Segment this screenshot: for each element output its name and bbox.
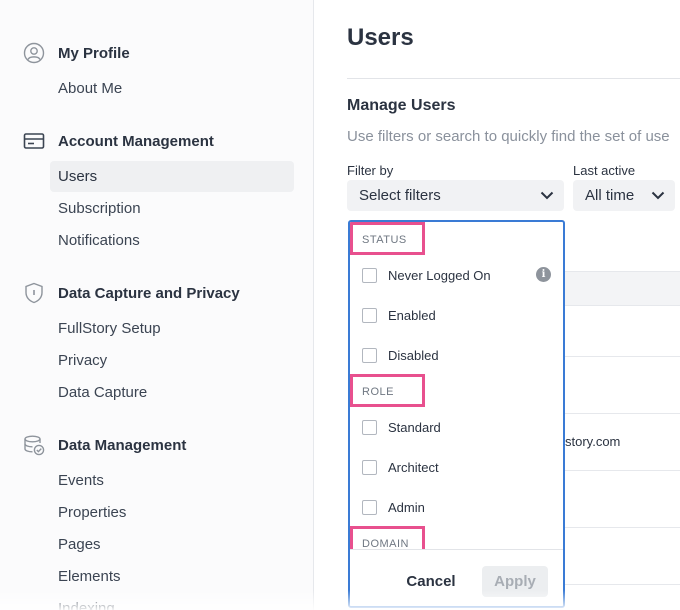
checkbox[interactable] [362,499,377,515]
sidebar-item-elements[interactable]: Elements [50,561,294,592]
database-check-icon [22,433,46,457]
sidebar-item-properties[interactable]: Properties [50,497,294,528]
section-description: Use filters or search to quickly find th… [347,128,670,145]
sidebar-item-subscription[interactable]: Subscription [50,193,294,224]
table-row-divider [563,470,680,471]
filter-select[interactable]: Select filters [347,180,564,211]
last-active-select[interactable]: All time [573,180,675,211]
option-standard[interactable]: Standard [362,417,441,437]
chevron-down-icon [540,189,554,203]
chevron-down-icon [651,189,665,203]
sidebar-item-users[interactable]: Users [50,161,294,192]
cancel-button[interactable]: Cancel [390,566,472,597]
checkbox[interactable] [362,347,377,363]
filter-by-label: Filter by [347,163,394,178]
filter-dropdown-panel: STATUS Never Logged On i Enabled Disable… [348,220,565,608]
section-title: Manage Users [347,97,456,114]
checkbox[interactable] [362,419,377,435]
option-label: Never Logged On [388,267,491,283]
checkbox[interactable] [362,307,377,323]
sidebar-item-privacy[interactable]: Privacy [50,345,294,376]
table-cell-email: story.com [565,434,621,449]
table-row-divider [563,527,680,528]
settings-sidebar: My Profile About Me Account Management U… [0,0,314,610]
table-row-divider [563,584,680,585]
highlight-box [350,222,425,255]
sidebar-section-data-capture-privacy: Data Capture and Privacy [22,281,240,305]
page-title: Users [347,24,414,51]
filter-select-value: Select filters [359,187,441,204]
option-label: Architect [388,459,439,475]
sidebar-item-pages[interactable]: Pages [50,529,294,560]
option-label: Enabled [388,307,436,323]
sidebar-item-indexing[interactable]: Indexing [50,593,294,610]
sidebar-section-account-management: Account Management [22,129,214,153]
table-row-divider [563,356,680,357]
last-active-value: All time [585,187,635,204]
table-row-divider [563,413,680,414]
checkbox[interactable] [362,459,377,475]
sidebar-item-about-me[interactable]: About Me [50,73,294,104]
sidebar-section-label: Account Management [58,132,214,150]
sidebar-item-data-capture[interactable]: Data Capture [50,377,294,408]
sidebar-section-my-profile: My Profile [22,41,130,65]
sidebar-section-label: Data Management [58,436,187,454]
sidebar-section-label: My Profile [58,44,130,62]
title-divider [347,78,680,79]
option-label: Disabled [388,347,439,363]
info-icon[interactable]: i [536,267,551,282]
apply-button[interactable]: Apply [482,566,548,597]
option-never-logged-on[interactable]: Never Logged On [362,265,491,285]
shield-icon [22,281,46,305]
option-admin[interactable]: Admin [362,497,425,517]
sidebar-item-events[interactable]: Events [50,465,294,496]
checkbox[interactable] [362,267,377,283]
last-active-label: Last active [573,163,636,178]
credit-card-icon [22,129,46,153]
main-content: Users Manage Users Use filters or search… [315,0,680,610]
user-circle-icon [22,41,46,65]
option-disabled[interactable]: Disabled [362,345,439,365]
option-architect[interactable]: Architect [362,457,439,477]
option-label: Admin [388,499,425,515]
highlight-box [350,374,425,407]
sidebar-section-label: Data Capture and Privacy [58,284,240,302]
users-table-header [563,271,680,306]
sidebar-section-data-management: Data Management [22,433,186,457]
dropdown-footer: Cancel Apply [350,549,563,606]
option-label: Standard [388,419,441,435]
sidebar-item-notifications[interactable]: Notifications [50,225,294,256]
sidebar-item-fullstory-setup[interactable]: FullStory Setup [50,313,294,344]
option-enabled[interactable]: Enabled [362,305,436,325]
